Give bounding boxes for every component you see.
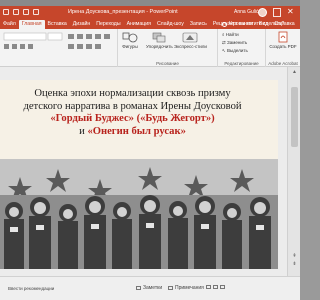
tab-7[interactable]: Запись: [187, 20, 210, 29]
slide-title-line-3: «Гордый Буджес» («Будь Жегорт»): [50, 113, 215, 124]
pioneers-photo-image: [0, 159, 278, 269]
tab-2[interactable]: Вставка: [45, 20, 70, 29]
select-label: Выделить: [227, 48, 248, 53]
drawing-group-label: Рисование: [156, 61, 179, 66]
shapes-icon: [122, 32, 138, 43]
status-message: Ввести рекомендации: [8, 286, 55, 291]
ribbon-tabs-bar: Файл Главная Вставка Дизайн Переходы Анимация…: [0, 19, 300, 29]
quick-styles-label: Экспресс-стили: [174, 44, 207, 49]
tab-3[interactable]: Дизайн: [70, 20, 93, 29]
tell-me-label: Что вы хотите сделать?: [229, 21, 285, 27]
arrange-button[interactable]: Упорядочить: [146, 32, 173, 49]
title-bar: Ирена Доускова_презентация - PowerPoint …: [0, 6, 300, 19]
notes-icon: [136, 286, 141, 290]
save-icon[interactable]: [3, 9, 9, 15]
pioneers-photo[interactable]: [0, 159, 278, 269]
tab-5[interactable]: Анимация: [124, 20, 154, 29]
shapes-button[interactable]: Фигуры: [122, 32, 138, 49]
shapes-label: Фигуры: [122, 44, 138, 49]
next-slide-icon[interactable]: ⇟: [291, 261, 298, 267]
current-slide[interactable]: Оценка эпохи нормализации сквозь призму …: [0, 80, 278, 269]
find-button[interactable]: ⌕ Найти: [222, 32, 239, 37]
slide-title-line-4: и «Онегин был русак»: [0, 126, 265, 139]
notes-label: Заметки: [143, 285, 163, 291]
user-name: Anna Gulić: [234, 9, 259, 15]
editing-group-label: Редактирование: [224, 61, 259, 66]
quick-access-toolbar: [3, 9, 39, 15]
start-slideshow-icon[interactable]: [33, 9, 39, 15]
font-paragraph-controls-icon: [3, 32, 110, 49]
slide-sorter-icon[interactable]: [213, 285, 218, 289]
scrollbar-thumb[interactable]: [291, 87, 298, 147]
create-pdf-label: Создать PDF: [269, 44, 297, 49]
select-button[interactable]: ↖ Выделить: [222, 48, 248, 54]
slide-editing-area: Оценка эпохи нормализации сквозь призму …: [0, 67, 300, 276]
comments-icon: [168, 286, 173, 290]
lightbulb-icon: [222, 21, 227, 27]
redo-icon[interactable]: [23, 9, 29, 15]
quick-styles-icon: [183, 32, 198, 43]
ribbon-group-adobe: Создать PDF Adobe Acrobat: [266, 29, 300, 67]
reading-view-icon[interactable]: [220, 285, 225, 289]
powerpoint-window: Ирена Доускова_презентация - PowerPoint …: [0, 6, 300, 300]
ribbon: Фигуры Упорядочить Экспресс-стили Рисова…: [0, 29, 300, 67]
tab-6[interactable]: Слайд-шоу: [154, 20, 187, 29]
slide-title-line-2: детского нарратива в романах Ирены Доуск…: [23, 100, 242, 112]
search-icon: ⌕: [222, 32, 225, 37]
ribbon-group-editing: ⌕ Найти ⇄ Заменить ↖ Выделить Редактиров…: [218, 29, 266, 67]
tell-me-search[interactable]: Что вы хотите сделать?: [222, 21, 284, 27]
tab-1[interactable]: Главная: [18, 20, 45, 29]
comments-button[interactable]: Примечания: [168, 285, 204, 291]
replace-button[interactable]: ⇄ Заменить: [222, 40, 247, 46]
scroll-up-icon[interactable]: ▲: [291, 69, 298, 75]
slide-title-line-4-bold: «Онегин был русак»: [87, 125, 186, 137]
tab-0[interactable]: Файл: [0, 20, 19, 29]
replace-label: Заменить: [227, 40, 248, 45]
restore-window-icon[interactable]: [273, 8, 281, 17]
status-bar: Ввести рекомендации Заметки Примечания: [0, 276, 300, 300]
undo-icon[interactable]: [13, 9, 19, 15]
create-pdf-button[interactable]: Создать PDF: [268, 31, 298, 50]
tab-4[interactable]: Переходы: [93, 20, 123, 29]
slide-title[interactable]: Оценка эпохи нормализации сквозь призму …: [0, 88, 265, 138]
find-label: Найти: [225, 32, 239, 37]
arrange-label: Упорядочить: [146, 44, 173, 49]
pdf-icon: [278, 31, 288, 43]
replace-icon: ⇄: [222, 40, 226, 45]
tab-11[interactable]: Acrobat: [298, 20, 300, 29]
cursor-icon: ↖: [222, 48, 226, 53]
avatar[interactable]: [258, 8, 267, 17]
quick-styles-button[interactable]: Экспресс-стили: [174, 32, 207, 49]
arrange-icon: [153, 32, 166, 43]
adobe-group-label: Adobe Acrobat: [268, 61, 298, 66]
slide-title-line-1: Оценка эпохи нормализации сквозь призму: [34, 88, 231, 99]
ribbon-group-drawing: Фигуры Упорядочить Экспресс-стили Рисова…: [118, 29, 218, 67]
close-window-icon[interactable]: ✕: [287, 7, 294, 17]
comments-label: Примечания: [175, 285, 204, 291]
previous-slide-icon[interactable]: ⇞: [291, 253, 298, 259]
document-title: Ирена Доускова_презентация - PowerPoint: [68, 9, 178, 15]
view-buttons: [206, 285, 225, 289]
normal-view-icon[interactable]: [206, 285, 211, 289]
ribbon-group-font-paragraph: [0, 29, 118, 67]
notes-button[interactable]: Заметки: [136, 285, 162, 291]
vertical-scrollbar[interactable]: ▲ ⇞ ⇟: [287, 67, 300, 276]
